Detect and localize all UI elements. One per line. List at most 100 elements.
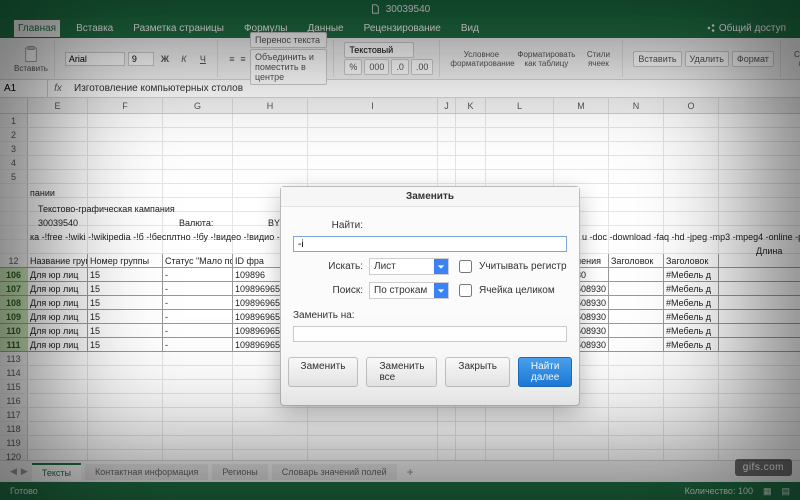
cell[interactable] [163, 422, 233, 435]
col-header[interactable]: G [163, 98, 233, 113]
tab-review[interactable]: Рецензирование [360, 20, 445, 37]
cell[interactable] [28, 380, 88, 393]
cell[interactable] [609, 198, 664, 211]
cell[interactable] [486, 436, 554, 449]
cell[interactable] [163, 240, 233, 253]
cell[interactable] [438, 436, 456, 449]
cell[interactable] [486, 114, 554, 127]
cell[interactable]: Для юр лиц [28, 268, 88, 281]
cell[interactable] [554, 422, 609, 435]
cell[interactable] [664, 198, 719, 211]
cell[interactable]: Статус "Мало пока [163, 254, 233, 267]
cell[interactable] [233, 436, 308, 449]
replace-all-button[interactable]: Заменить все [366, 357, 437, 387]
cell[interactable] [308, 422, 438, 435]
cell[interactable] [28, 450, 88, 460]
cell[interactable] [554, 170, 609, 183]
find-input[interactable] [293, 236, 567, 252]
cell[interactable] [438, 450, 456, 460]
cell[interactable]: - [163, 310, 233, 323]
cell[interactable]: 15 [88, 338, 163, 351]
cell[interactable] [664, 352, 719, 365]
font-select[interactable] [65, 52, 125, 66]
col-header[interactable]: H [233, 98, 308, 113]
sheet-tab-1[interactable]: Контактная информация [85, 464, 208, 480]
formula-value[interactable]: Изготовление компьютерных столов [68, 83, 249, 94]
cell[interactable] [609, 240, 664, 253]
cell[interactable] [609, 394, 664, 407]
find-next-button[interactable]: Найти далее [518, 357, 573, 387]
cell[interactable] [163, 184, 233, 197]
col-header[interactable]: K [456, 98, 486, 113]
cell[interactable] [163, 226, 233, 239]
cell[interactable] [486, 142, 554, 155]
comma-button[interactable]: 000 [364, 59, 389, 75]
cell[interactable] [664, 212, 719, 225]
sheet-tab-2[interactable]: Регионы [212, 464, 267, 480]
cell[interactable] [88, 156, 163, 169]
spreadsheet[interactable]: EFGHIJKLMNO 1234512Название группыНомер … [0, 98, 800, 460]
cell[interactable] [664, 142, 719, 155]
cell[interactable] [88, 408, 163, 421]
cell[interactable] [486, 422, 554, 435]
col-header[interactable]: J [438, 98, 456, 113]
cell[interactable] [163, 170, 233, 183]
cell[interactable] [664, 380, 719, 393]
cell[interactable] [28, 240, 88, 253]
inc-dec[interactable]: .0 [391, 59, 409, 75]
cell[interactable] [308, 170, 438, 183]
cell[interactable] [233, 114, 308, 127]
cell[interactable] [456, 436, 486, 449]
add-sheet-button[interactable]: + [401, 465, 420, 479]
col-header[interactable]: L [486, 98, 554, 113]
cell[interactable] [609, 310, 664, 323]
cell[interactable]: - [163, 338, 233, 351]
format-button[interactable]: Формат [732, 51, 774, 67]
cell[interactable]: Для юр лиц [28, 310, 88, 323]
cell[interactable] [664, 422, 719, 435]
replace-button[interactable]: Заменить [288, 357, 359, 387]
cell[interactable]: Для юр лиц [28, 282, 88, 295]
col-header[interactable]: I [308, 98, 438, 113]
row-header[interactable]: 108 [0, 296, 28, 309]
cell[interactable] [308, 128, 438, 141]
cell[interactable] [308, 408, 438, 421]
merge-center[interactable]: Объединить и поместить в центре [250, 49, 327, 85]
cell[interactable] [609, 282, 664, 295]
col-header[interactable]: N [609, 98, 664, 113]
bold-button[interactable]: Ж [157, 51, 173, 67]
cell[interactable] [308, 450, 438, 460]
row-header[interactable]: 3 [0, 142, 28, 155]
whole-cell-checkbox[interactable]: Ячейка целиком [455, 281, 555, 300]
cell[interactable]: 15 [88, 268, 163, 281]
row-header[interactable]: 117 [0, 408, 28, 421]
row-header[interactable]: 5 [0, 170, 28, 183]
cell[interactable] [664, 240, 719, 253]
cell[interactable] [233, 408, 308, 421]
cell[interactable] [609, 212, 664, 225]
cell[interactable] [88, 366, 163, 379]
cell[interactable]: #Мебель д [664, 282, 719, 295]
cell[interactable] [438, 408, 456, 421]
cell[interactable] [88, 422, 163, 435]
cell[interactable] [664, 394, 719, 407]
col-header[interactable]: F [88, 98, 163, 113]
tab-insert[interactable]: Вставка [72, 20, 117, 37]
row-header[interactable]: 118 [0, 422, 28, 435]
cell[interactable] [163, 198, 233, 211]
cell[interactable]: Для юр лиц [28, 324, 88, 337]
row-header[interactable]: 107 [0, 282, 28, 295]
cell[interactable]: - [163, 324, 233, 337]
cell[interactable] [28, 198, 88, 211]
cell[interactable] [486, 156, 554, 169]
col-header[interactable]: O [664, 98, 719, 113]
cell[interactable] [609, 184, 664, 197]
row-header[interactable]: 116 [0, 394, 28, 407]
cell[interactable] [609, 380, 664, 393]
cell[interactable]: Заголовок [664, 254, 719, 267]
cell[interactable] [88, 240, 163, 253]
cell[interactable]: #Мебель д [664, 268, 719, 281]
cell[interactable] [456, 128, 486, 141]
cell[interactable] [28, 114, 88, 127]
cell[interactable] [163, 394, 233, 407]
